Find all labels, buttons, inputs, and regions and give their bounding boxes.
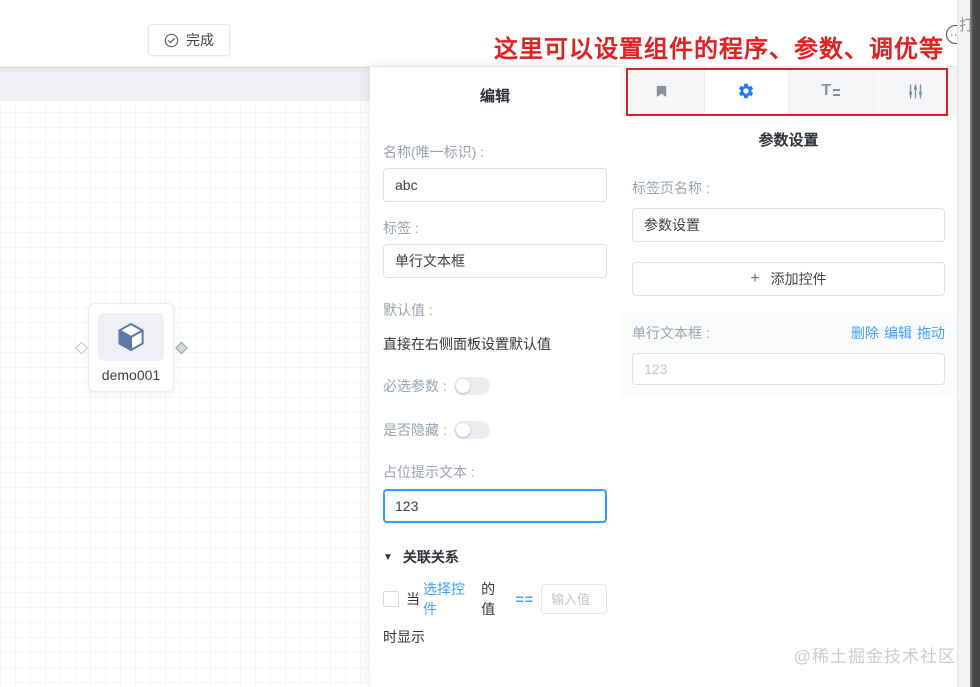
done-button[interactable]: 完成 (148, 24, 230, 56)
relation-value-input[interactable] (541, 584, 607, 614)
tab-tune[interactable] (872, 67, 958, 115)
settings-tab-bar: T (620, 67, 957, 115)
control-card: 单行文本框 : 删除 编辑 拖动 (620, 313, 957, 398)
gear-icon (737, 82, 755, 100)
tag-label: 标签 : (383, 220, 419, 236)
topbar: 完成 这里可以设置组件的程序、参数、调优等 ··· (0, 0, 970, 67)
node-port-right[interactable] (175, 341, 188, 354)
flow-node-demo001[interactable]: demo001 (75, 303, 188, 392)
default-value-label: 默认值 : (383, 302, 433, 318)
settings-panel: T 参数设置 标签页名称 : 参数设置 + 添加控件 单行文本框: 删除 编辑… (620, 67, 957, 687)
bookmark-icon (654, 84, 669, 99)
text-field-icon: T (821, 83, 841, 99)
tag-input[interactable] (383, 244, 607, 278)
app-window: 完成 这里可以设置组件的程序、参数、调优等 ··· demo001 编辑 名称(… (0, 0, 980, 687)
required-toggle[interactable] (453, 377, 490, 395)
edit-link[interactable]: 编辑 (884, 323, 912, 343)
tab-bookmark[interactable] (620, 67, 704, 115)
tune-icon (907, 83, 924, 100)
node-icon-box (98, 313, 164, 361)
cube-icon (114, 320, 148, 354)
scrollbar-track[interactable]: 打 (957, 0, 970, 687)
window-edge-strip (970, 0, 980, 687)
watermark: @稀土掘金技术社区 (793, 647, 956, 666)
tab-name-input[interactable] (632, 208, 945, 242)
canvas-toolbar (0, 67, 370, 101)
annotation-text: 这里可以设置组件的程序、参数、调优等 ··· (494, 25, 965, 64)
control-preview-input[interactable] (632, 353, 945, 385)
name-label: 名称(唯一标识) : (383, 144, 485, 160)
hidden-toggle[interactable] (453, 421, 490, 439)
drag-link[interactable]: 拖动 (917, 323, 945, 343)
check-circle-icon (164, 33, 179, 48)
relation-checkbox[interactable] (383, 591, 399, 607)
done-label: 完成 (186, 32, 214, 48)
delete-link[interactable]: 删除 (851, 323, 879, 343)
required-label: 必选参数 : (383, 378, 447, 394)
relation-when-text: 当 (406, 591, 420, 607)
add-control-label: 添加控件 (770, 271, 827, 287)
relation-operator: == (515, 591, 534, 607)
node-label: demo001 (101, 367, 161, 383)
name-input[interactable] (383, 168, 607, 202)
hidden-label: 是否隐藏 : (383, 422, 447, 438)
tab-text-field[interactable]: T (788, 67, 873, 115)
settings-panel-title: 参数设置 (758, 132, 819, 149)
node-port-left[interactable] (75, 341, 88, 354)
relation-title: 关联关系 (402, 549, 459, 565)
add-control-button[interactable]: + 添加控件 (632, 262, 945, 296)
select-control-link[interactable]: 选择控件 (423, 579, 478, 619)
placeholder-label: 占位提示文本 : (383, 464, 475, 480)
relation-value-text: 的值 (481, 581, 496, 617)
placeholder-input[interactable] (383, 489, 607, 523)
plus-icon: + (750, 270, 760, 287)
annotation-label: 这里可以设置组件的程序、参数、调优等 (494, 36, 944, 63)
caret-down-icon: ▼ (383, 551, 393, 563)
default-value-hint: 直接在右侧面板设置默认值 (383, 336, 551, 352)
relation-section-header[interactable]: ▼ 关联关系 (383, 547, 607, 567)
clipped-background-glyph: 打 (959, 14, 970, 35)
relation-show-text: 时显示 (383, 629, 425, 645)
tab-settings[interactable] (703, 67, 788, 115)
edit-panel: 编辑 名称(唯一标识) : 标签 : 默认值 : 直接在右侧面板设置默认值 必选… (370, 67, 620, 687)
control-label: 单行文本框 : (632, 325, 710, 341)
edit-panel-title: 编辑 (479, 88, 510, 105)
tab-name-label: 标签页名称 : (632, 180, 710, 196)
flow-canvas[interactable]: demo001 (0, 67, 370, 687)
